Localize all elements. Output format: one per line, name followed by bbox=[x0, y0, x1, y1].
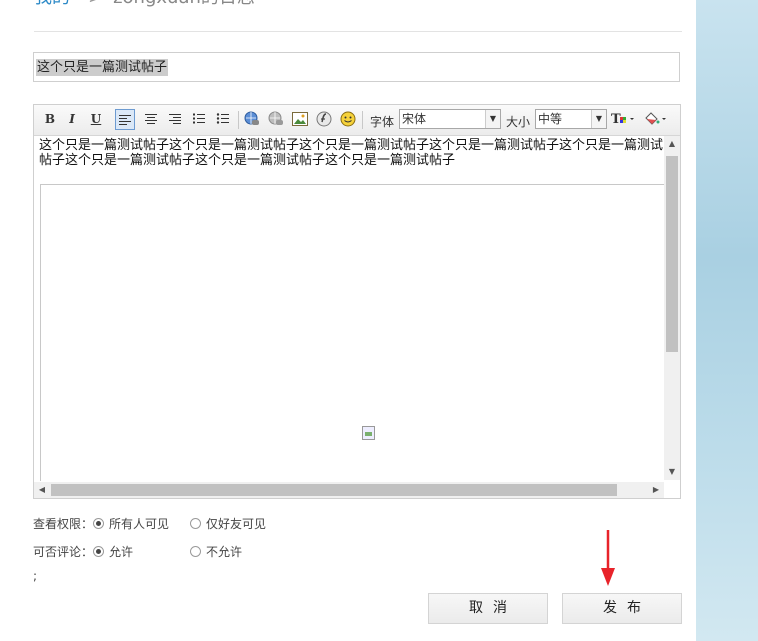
view-option-friends[interactable]: 仅好友可见 bbox=[206, 516, 266, 532]
align-right-icon bbox=[169, 114, 181, 124]
svg-text:T: T bbox=[611, 112, 621, 127]
paint-bucket-icon bbox=[645, 112, 666, 125]
comment-permission-label: 可否评论： bbox=[33, 545, 94, 559]
title-input-value: 这个只是一篇测试帖子 bbox=[36, 59, 169, 76]
bullet-list-icon bbox=[216, 113, 229, 124]
comment-option-allow[interactable]: 允许 bbox=[109, 544, 133, 560]
toolbar-separator bbox=[238, 111, 239, 129]
title-input[interactable]: 这个只是一篇测试帖子 bbox=[33, 52, 680, 82]
view-permission-label: 查看权限： bbox=[33, 517, 94, 531]
comment-option-deny[interactable]: 不允许 bbox=[206, 544, 242, 560]
editor-content[interactable]: 这个只是一篇测试帖子这个只是一篇测试帖子这个只是一篇测试帖子这个只是一篇测试帖子… bbox=[39, 138, 663, 168]
scroll-down-icon[interactable]: ▼ bbox=[664, 464, 680, 480]
chevron-down-icon: ▼ bbox=[485, 110, 500, 128]
view-radio-everyone[interactable] bbox=[93, 518, 104, 529]
font-select[interactable]: 宋体 ▼ bbox=[399, 109, 501, 129]
comment-radio-deny[interactable] bbox=[190, 546, 201, 557]
horizontal-scrollbar[interactable]: ◀ ▶ bbox=[34, 482, 664, 498]
vertical-scroll-thumb[interactable] bbox=[666, 156, 678, 352]
size-select-value: 中等 bbox=[538, 112, 563, 126]
view-option-everyone[interactable]: 所有人可见 bbox=[109, 516, 169, 532]
divider bbox=[34, 31, 682, 32]
align-center-icon bbox=[145, 114, 157, 124]
text-color-button[interactable]: T bbox=[610, 109, 638, 130]
smiley-icon bbox=[340, 111, 356, 127]
size-label: 大小 bbox=[506, 115, 531, 129]
align-right-button[interactable] bbox=[165, 109, 185, 130]
scroll-right-icon[interactable]: ▶ bbox=[648, 482, 664, 498]
insert-image-button[interactable] bbox=[290, 109, 310, 130]
text-color-icon: T bbox=[611, 112, 634, 127]
page-background bbox=[696, 0, 758, 641]
align-left-button[interactable] bbox=[115, 109, 135, 130]
font-label: 字体 bbox=[370, 115, 395, 129]
italic-button[interactable]: I bbox=[62, 109, 82, 130]
scroll-left-icon[interactable]: ◀ bbox=[34, 482, 50, 498]
insert-flash-button[interactable] bbox=[314, 109, 334, 130]
insert-link-button[interactable] bbox=[242, 109, 262, 130]
vertical-scrollbar[interactable]: ▲ ▼ bbox=[664, 136, 680, 480]
publish-button[interactable]: 发布 bbox=[562, 593, 682, 624]
insert-emoticon-button[interactable] bbox=[338, 109, 358, 130]
bullet-list-button[interactable] bbox=[213, 109, 233, 130]
cancel-button[interactable]: 取消 bbox=[428, 593, 548, 624]
broken-image-icon bbox=[362, 426, 375, 440]
horizontal-scroll-thumb[interactable] bbox=[51, 484, 617, 496]
background-color-button[interactable] bbox=[642, 109, 670, 130]
align-center-button[interactable] bbox=[141, 109, 161, 130]
ordered-list-icon bbox=[193, 113, 205, 124]
view-radio-friends[interactable] bbox=[190, 518, 201, 529]
rich-text-editor: B I U 字体 宋体 ▼ 大小 中等 ▼ T 这个只是一篇测试帖子这个只是一篇… bbox=[33, 104, 681, 499]
align-left-icon bbox=[119, 115, 131, 125]
font-select-value: 宋体 bbox=[402, 112, 427, 126]
scroll-up-icon[interactable]: ▲ bbox=[664, 136, 680, 152]
unlink-globe-icon bbox=[268, 111, 283, 125]
flash-icon bbox=[316, 111, 332, 127]
embedded-frame bbox=[40, 184, 665, 481]
chevron-down-icon: ▼ bbox=[591, 110, 606, 128]
breadcrumb-current: zongxuan的日志 bbox=[113, 0, 255, 8]
misc-text: ; bbox=[33, 569, 38, 583]
comment-radio-allow[interactable] bbox=[93, 546, 104, 557]
breadcrumb-link-mine[interactable]: 我的 bbox=[34, 0, 70, 8]
annotation-arrow-icon bbox=[601, 530, 615, 586]
breadcrumb: 我的 > zongxuan的日志 bbox=[34, 0, 255, 10]
editor-toolbar: B I U 字体 宋体 ▼ 大小 中等 ▼ T bbox=[34, 105, 680, 136]
remove-link-button[interactable] bbox=[266, 109, 286, 130]
comment-permission-row: 可否评论： 允许 不允许 bbox=[33, 544, 333, 560]
ordered-list-button[interactable] bbox=[189, 109, 209, 130]
toolbar-separator bbox=[362, 111, 363, 129]
link-globe-icon bbox=[244, 111, 259, 125]
size-select[interactable]: 中等 ▼ bbox=[535, 109, 607, 129]
breadcrumb-separator: > bbox=[88, 0, 103, 8]
image-icon bbox=[292, 112, 308, 126]
bold-button[interactable]: B bbox=[40, 109, 60, 130]
editor-panel: 我的 > zongxuan的日志 这个只是一篇测试帖子 B I U bbox=[0, 0, 696, 641]
view-permission-row: 查看权限： 所有人可见 仅好友可见 bbox=[33, 516, 333, 532]
underline-button[interactable]: U bbox=[86, 109, 106, 130]
